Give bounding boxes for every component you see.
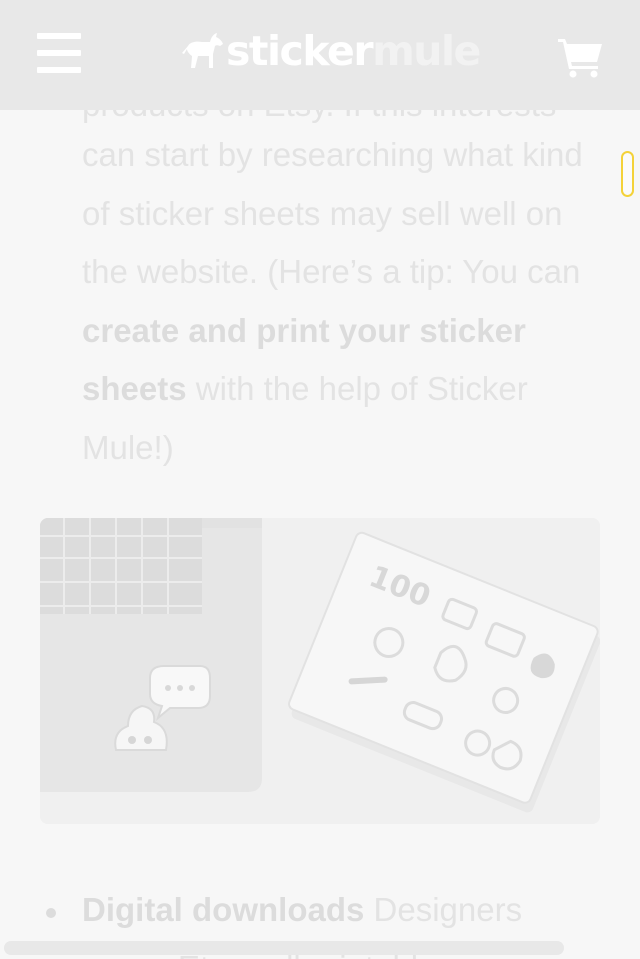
laptop-and-sticker-sheets-image: 100 (40, 518, 600, 824)
article-body: products on Etsy. If this interests you,… (82, 80, 592, 477)
logo-word-mule: mule (372, 27, 481, 75)
menu-bar (37, 67, 81, 73)
article-text: can start by researching what kind of st… (82, 136, 583, 290)
top-header: stickermule (0, 0, 640, 110)
logo-wordmark: stickermule (226, 26, 481, 76)
logo-word-sticker: sticker (226, 27, 374, 75)
horizontal-scrollbar[interactable] (4, 941, 564, 955)
list-item: Digital downloads Designers (82, 881, 602, 939)
shopping-cart-icon[interactable] (557, 36, 603, 78)
menu-bar (37, 33, 81, 39)
page: stickermule products on Etsy. If this in… (0, 0, 640, 959)
cart-glyph (558, 39, 602, 78)
hamburger-menu-icon[interactable] (37, 33, 81, 73)
photo-illustration: 100 (40, 518, 600, 824)
menu-bar (37, 50, 81, 56)
mule-horse-icon (182, 33, 223, 68)
list-item-heading: Digital downloads (82, 891, 365, 928)
article-paragraph: can start by researching what kind of st… (82, 126, 592, 477)
bullet-dot (46, 908, 56, 918)
list-item-text: Designers (364, 891, 523, 928)
vertical-scrollbar-thumb[interactable] (621, 151, 634, 197)
sticker-mule-logo[interactable]: stickermule (180, 26, 481, 76)
